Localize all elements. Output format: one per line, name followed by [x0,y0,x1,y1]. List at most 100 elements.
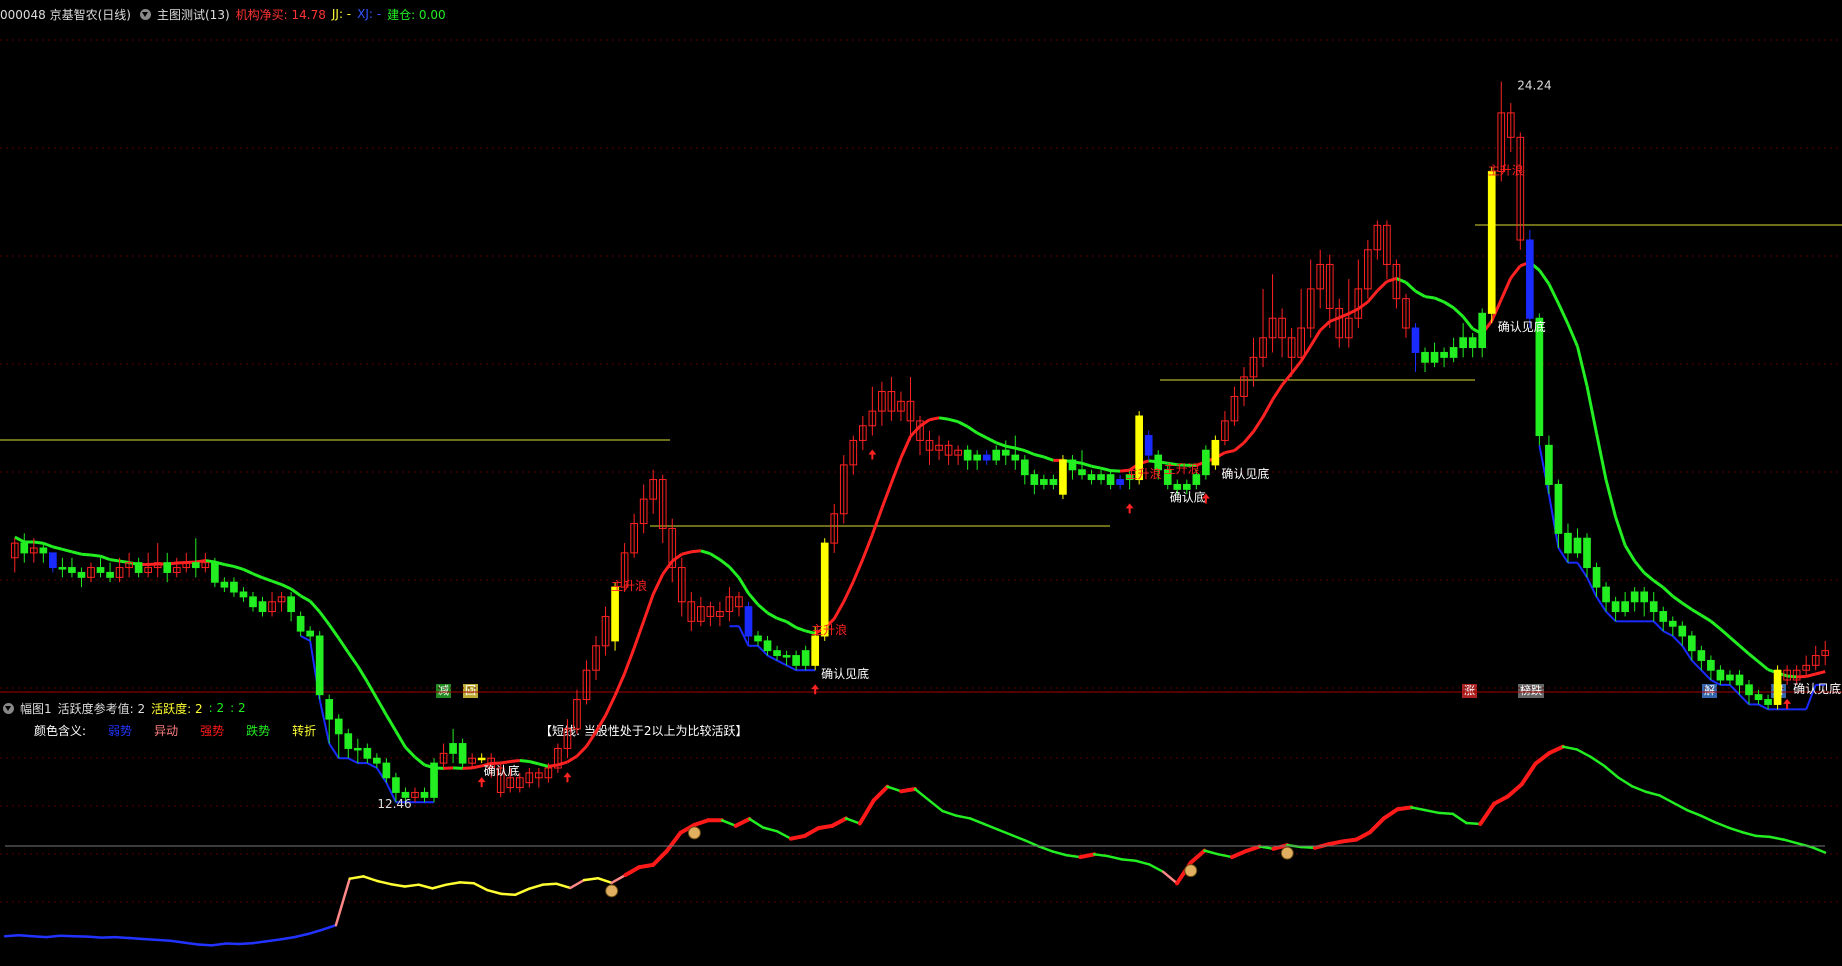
wave-label-5: 主升浪 [1488,163,1524,178]
candle-body [477,757,486,761]
chart-svg: 24.2412.46主升浪主升浪主升浪 主升浪主升浪确认见底确认见底确认见底确认见… [0,39,1842,947]
activity-segment [1644,790,1661,797]
candle-body [239,591,248,598]
buy-arrow [811,684,820,695]
ma-segment-down [309,600,321,613]
ma-segment-down [280,583,292,591]
ma-segment-down [1691,608,1703,617]
ma-segment-down [519,759,530,764]
activity-segment [1630,784,1648,794]
activity-segment [1782,838,1799,845]
candle-body [1202,449,1210,476]
ma-segment-down [414,755,426,767]
support-line [1653,620,1664,632]
ma-segment-down [957,420,969,428]
ma-segment-up [671,553,683,563]
activity-segment [1465,821,1482,826]
support-line [1691,659,1703,671]
candle-body [1011,454,1020,461]
candle-body [1430,351,1439,363]
money-bag-icon [1184,864,1198,878]
candle-body [39,547,48,554]
ma-segment-up [890,457,903,484]
activity-segment [265,938,283,943]
activity-segment [1754,834,1772,839]
ma-segment-down [33,540,44,545]
candle-body [782,655,791,658]
candle-body [773,650,781,657]
activity-segment [238,941,255,946]
ma-segment-up [1338,312,1350,319]
bottom-label-1: 确认见底 [821,666,869,681]
candle-body [287,596,295,613]
ma-segment-down [1719,627,1731,639]
activity-segment [1713,820,1730,829]
ma-segment-up [557,760,568,767]
ma-segment-down [366,681,379,700]
activity-segment [1120,858,1137,863]
activity-segment [541,882,558,886]
activity-segment [720,819,738,828]
support-line [1710,679,1721,686]
activity-segment [1423,808,1441,815]
activity-segment [748,817,765,829]
candle-body [449,743,457,754]
candle-body [211,562,219,583]
candle-body [306,630,314,637]
activity-segment [1326,839,1345,847]
activity-segment [389,882,407,888]
ma-segment-up [899,435,912,459]
candle-body [220,581,229,588]
activity-segment [1134,859,1151,866]
ma-segment-down [1081,461,1092,468]
ma-segment-down [394,730,407,749]
ma-segment-down [1623,544,1636,562]
candle-body [1106,474,1115,485]
ma-segment-down [1395,277,1407,284]
ma-segment-up [604,694,617,717]
activity-segment [155,938,172,943]
candle-body [1764,699,1772,705]
ma-segment-up [909,425,922,438]
ma-segment-down [262,576,273,583]
ma-segment-down [986,436,997,445]
candle-body [382,762,391,779]
ma-segment-up [1280,372,1293,387]
activity-segment [348,875,365,880]
candle-body [163,562,172,573]
activity-segment [307,928,324,936]
money-bag-icon [1280,846,1294,860]
activity-segment [500,892,517,897]
activity-segment [555,882,572,890]
ma-segment-down [757,603,769,615]
ma-segment-down [347,651,360,668]
wave-label-4: 主升浪 [1164,461,1200,476]
ma-segment-down [242,568,254,576]
ma-segment-down [718,558,731,569]
support-line [328,743,340,759]
candle-body [1726,674,1734,681]
candle-body [1659,611,1668,622]
ma-segment-up [842,580,855,603]
ma-segment-down [938,416,949,421]
activity-segment [802,826,821,838]
support-line [1672,635,1684,647]
activity-segment [431,883,448,890]
ma-segment-down [1614,516,1627,546]
candle-body [1554,483,1563,534]
candle-body [611,586,619,642]
ma-segment-up [651,573,665,595]
candle-body [1716,669,1725,681]
ma-segment-down [1643,571,1655,582]
activity-segment [1010,833,1027,842]
ma-segment-up [681,550,692,556]
wave-label-1: 主升浪 [611,578,647,593]
activity-segment [444,881,462,886]
ma-segment-down [1452,306,1465,318]
candle-body [1020,459,1029,476]
activity-segment [844,817,862,825]
candle-body [1678,625,1687,637]
ma-segment-down [318,611,331,626]
ma-segment-down [948,417,959,424]
activity-segment [458,881,476,885]
